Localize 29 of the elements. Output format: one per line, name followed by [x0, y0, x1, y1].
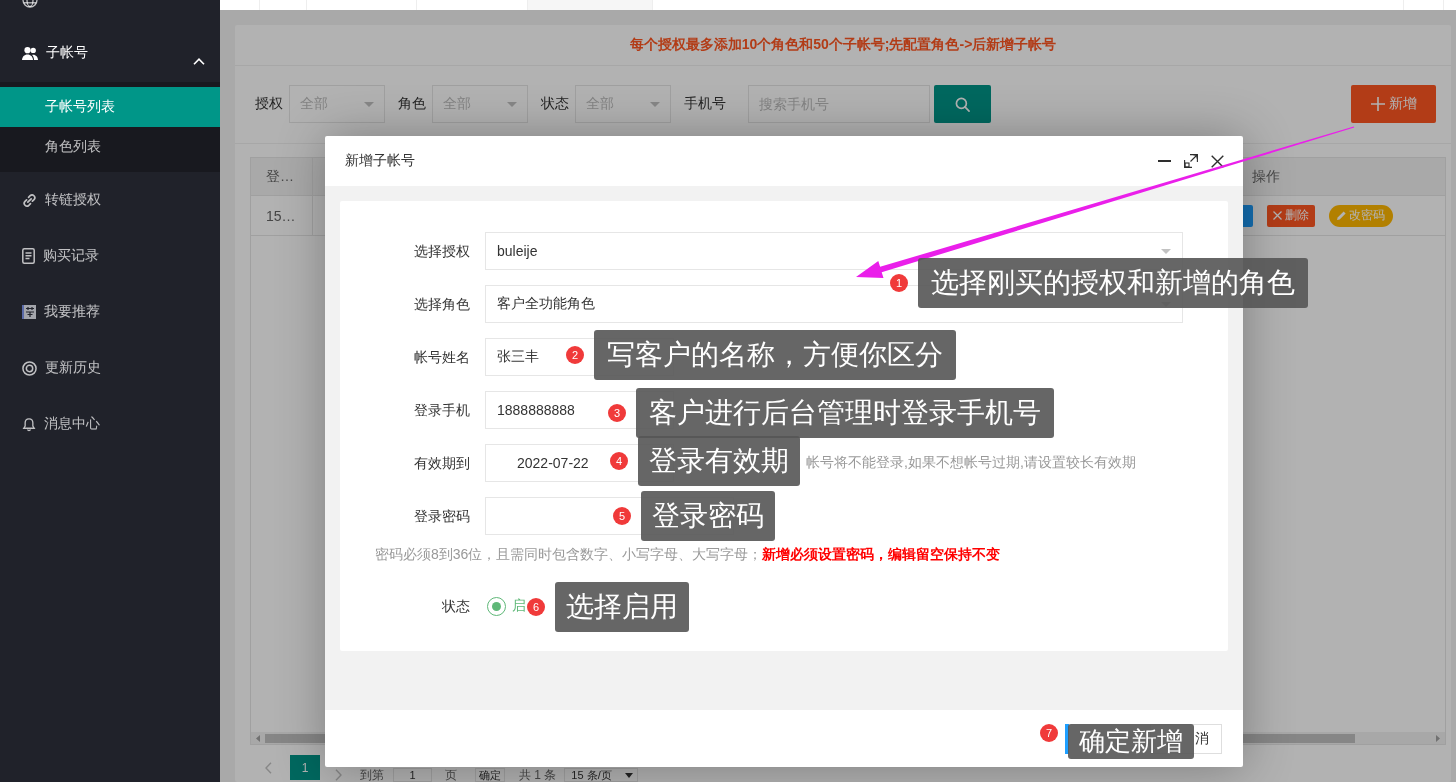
filter-label: 授权: [255, 95, 283, 113]
callout: 确定新增: [1068, 724, 1194, 759]
callout: 写客户的名称，方便你区分: [594, 330, 956, 380]
field-label: 帐号姓名: [414, 348, 470, 365]
password-rule-text: 密码必须8到36位，且需同时包含数字、小写字母、大写字母；: [375, 546, 763, 562]
field-hint: 帐号将不能登录,如果不想帐号过期,请设置较长有效期: [806, 454, 1136, 472]
dialog-title: 新增子帐号: [345, 152, 415, 170]
column-header: 登…: [266, 167, 294, 186]
callout: 登录密码: [641, 491, 775, 541]
filter-label: 角色: [398, 95, 426, 113]
password-warning-text: 新增必须设置密码，编辑留空保持不变: [762, 546, 1001, 562]
total-count: 共 1 条: [519, 768, 557, 782]
field-label: 有效期到: [414, 454, 470, 471]
page-unit-label: 页: [445, 768, 457, 782]
field-label: 登录手机: [414, 401, 470, 418]
field-label: 登录密码: [414, 507, 470, 524]
filter-label: 状态: [541, 95, 569, 113]
callout: 选择启用: [555, 582, 689, 632]
notice-text: 每个授权最多添加10个角色和50个子帐号;先配置角色->后新增子帐号: [629, 36, 1057, 54]
table-cell: 15…: [266, 207, 296, 224]
callout: 客户进行后台管理时登录手机号: [636, 388, 1054, 438]
field-label: 选择角色: [414, 295, 470, 312]
goto-label: 到第: [360, 768, 384, 782]
column-header: 操作: [1252, 167, 1280, 186]
field-label: 选择授权: [414, 242, 470, 259]
callout: 登录有效期: [638, 436, 800, 486]
callout: 选择刚买的授权和新增的角色: [918, 258, 1308, 308]
filter-label: 手机号: [684, 95, 726, 113]
field-label: 状态: [442, 597, 470, 614]
